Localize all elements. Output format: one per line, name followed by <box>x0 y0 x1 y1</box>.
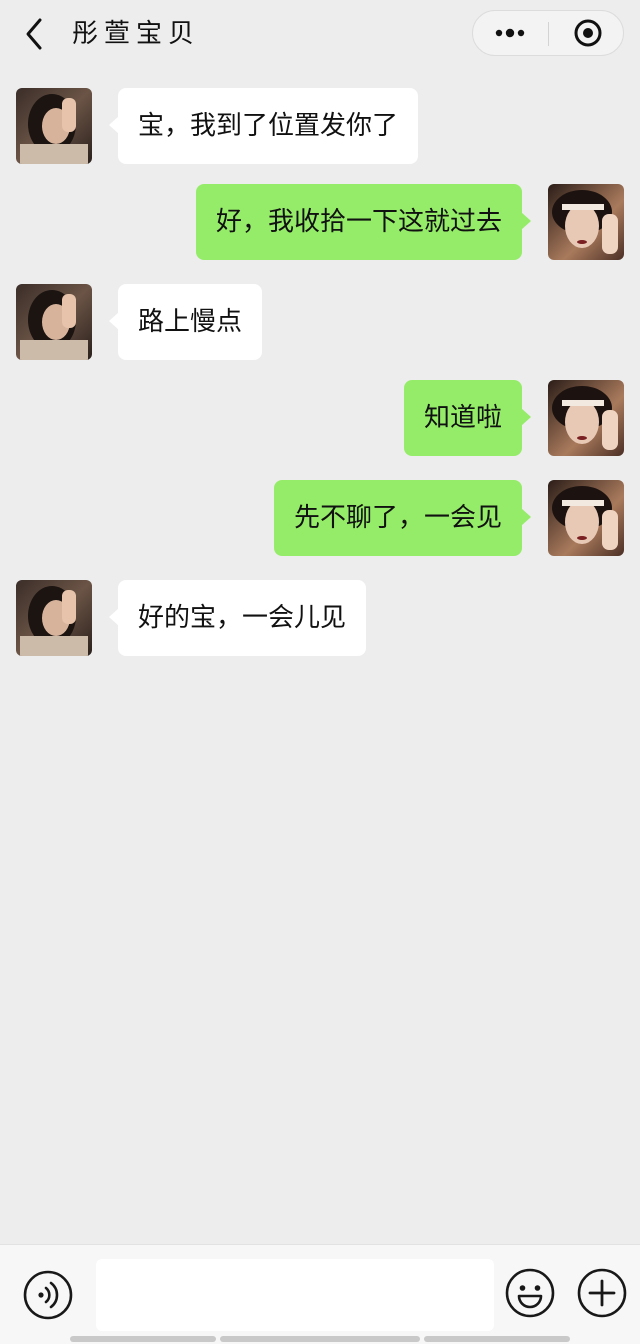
target-icon <box>574 19 602 47</box>
plus-icon <box>577 1268 627 1318</box>
voice-icon <box>23 1270 73 1320</box>
close-mini-program-button[interactable] <box>549 11 623 55</box>
my-avatar[interactable] <box>548 480 624 556</box>
back-button[interactable] <box>18 14 54 54</box>
contact-avatar[interactable] <box>16 88 92 164</box>
message-bubble[interactable]: 好的宝，一会儿见 <box>108 580 367 656</box>
my-avatar[interactable] <box>548 184 624 260</box>
more-dots-icon <box>495 28 525 38</box>
message-input[interactable] <box>96 1259 494 1331</box>
emoji-icon <box>505 1268 555 1318</box>
message-bubble[interactable]: 先不聊了，一会见 <box>273 480 532 556</box>
home-indicator-segment <box>424 1336 570 1342</box>
chevron-left-icon <box>26 18 42 50</box>
message-bubble[interactable]: 好，我收拾一下这就过去 <box>195 184 532 260</box>
chat-title: 彤萱宝贝 <box>72 19 201 49</box>
home-indicator-segment <box>70 1336 216 1342</box>
input-bar <box>0 1244 640 1344</box>
mini-program-capsule <box>472 10 624 56</box>
more-functions-button[interactable] <box>576 1267 628 1319</box>
more-button[interactable] <box>473 11 548 55</box>
message-bubble[interactable]: 知道啦 <box>403 380 532 456</box>
voice-button[interactable] <box>22 1269 74 1321</box>
my-avatar[interactable] <box>548 380 624 456</box>
chat-header: 彤萱宝贝 <box>0 0 640 68</box>
home-indicator-segment <box>220 1336 420 1342</box>
emoji-button[interactable] <box>504 1267 556 1319</box>
contact-avatar[interactable] <box>16 284 92 360</box>
message-bubble[interactable]: 宝，我到了位置发你了 <box>108 88 419 164</box>
message-bubble[interactable]: 路上慢点 <box>108 284 263 360</box>
contact-avatar[interactable] <box>16 580 92 656</box>
